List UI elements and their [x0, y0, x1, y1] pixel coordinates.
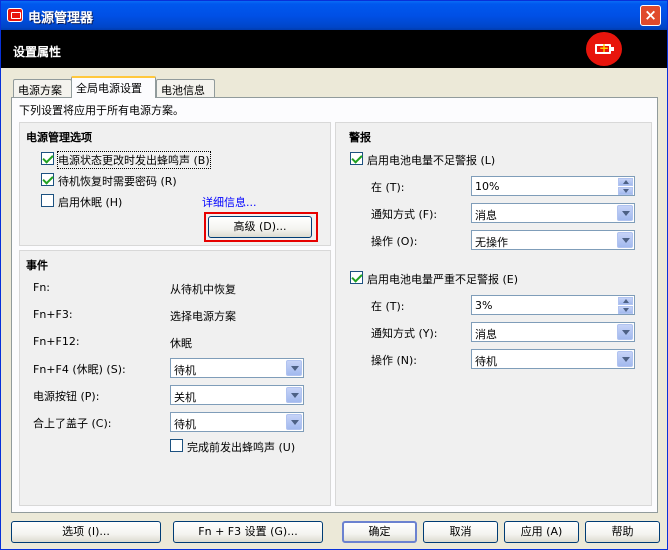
tab-battery-info[interactable]: 电池信息	[156, 79, 215, 97]
title-bar[interactable]: 电源管理器 ×	[1, 1, 667, 30]
chevron-down-icon[interactable]	[286, 360, 302, 376]
chevron-down-icon[interactable]	[617, 324, 633, 340]
critical-action-select[interactable]: 待机	[471, 349, 635, 369]
critical-alarm-checkbox[interactable]	[350, 271, 363, 284]
battery-charging-icon: +	[586, 32, 622, 66]
low-at-spinner[interactable]: 10%	[471, 176, 635, 196]
chevron-down-icon[interactable]	[617, 232, 633, 248]
low-action-value: 无操作	[475, 236, 508, 249]
help-button[interactable]: 帮助	[585, 521, 660, 543]
tab-global-power-settings[interactable]: 全局电源设置	[71, 76, 156, 98]
chevron-down-icon[interactable]	[617, 351, 633, 367]
chevron-down-icon[interactable]	[286, 414, 302, 430]
window-title: 电源管理器	[28, 11, 94, 26]
event-key-fn-f12: Fn+F12:	[33, 335, 80, 348]
panel-description: 下列设置将应用于所有电源方案。	[19, 104, 184, 117]
chevron-down-icon[interactable]	[286, 387, 302, 403]
tab-panel: 下列设置将应用于所有电源方案。 电源管理选项 电源状态更改时发出蜂鸣声 (B) …	[11, 97, 658, 513]
spin-up-icon[interactable]	[618, 178, 633, 186]
event-value-fn: 从待机中恢复	[170, 283, 236, 296]
low-notify-value: 消息	[475, 209, 497, 222]
fn-f4-value: 待机	[174, 364, 196, 377]
beep-before-done-label[interactable]: 完成前发出蜂鸣声 (U)	[187, 439, 295, 455]
banner-title: 设置属性	[13, 45, 62, 59]
password-on-resume-checkbox[interactable]	[41, 173, 54, 186]
low-at-label: 在 (T):	[371, 181, 405, 194]
alarms-title: 警报	[349, 131, 371, 144]
low-alarm-checkbox[interactable]	[350, 152, 363, 165]
spin-down-icon[interactable]	[618, 306, 633, 314]
power-button-label: 电源按钮 (P):	[33, 390, 100, 403]
power-manager-window: 电源管理器 × 设置属性 + 电源方案 全局电源设置 电池信息 下列设置将应用于…	[0, 0, 668, 550]
tab-power-schemes[interactable]: 电源方案	[13, 79, 72, 97]
apply-button[interactable]: 应用 (A)	[504, 521, 579, 543]
hibernate-checkbox[interactable]	[41, 194, 54, 207]
lid-close-value: 待机	[174, 418, 196, 431]
low-action-select[interactable]: 无操作	[471, 230, 635, 250]
critical-action-label: 操作 (N):	[371, 354, 418, 367]
spin-up-icon[interactable]	[618, 297, 633, 305]
lid-close-label: 合上了盖子 (C):	[33, 417, 112, 430]
critical-action-value: 待机	[475, 355, 497, 368]
critical-at-value: 3%	[475, 299, 493, 312]
low-notify-select[interactable]: 消息	[471, 203, 635, 223]
events-title: 事件	[26, 259, 48, 272]
critical-at-label: 在 (T):	[371, 300, 405, 313]
beep-on-change-checkbox[interactable]	[41, 152, 54, 165]
password-on-resume-label[interactable]: 待机恢复时需要密码 (R)	[58, 173, 177, 189]
beep-before-done-checkbox[interactable]	[170, 439, 183, 452]
low-notify-label: 通知方式 (F):	[371, 208, 438, 221]
hibernate-label[interactable]: 启用休眠 (H)	[58, 194, 122, 210]
low-action-label: 操作 (O):	[371, 235, 418, 248]
ok-button[interactable]: 确定	[342, 521, 417, 543]
close-icon[interactable]: ×	[640, 5, 661, 26]
details-link[interactable]: 详细信息...	[202, 194, 257, 210]
fn-f4-label: Fn+F4 (休眠) (S):	[33, 363, 126, 376]
critical-notify-select[interactable]: 消息	[471, 322, 635, 342]
fn-f4-select[interactable]: 待机	[170, 358, 304, 378]
low-alarm-label[interactable]: 启用电池电量不足警报 (L)	[367, 152, 495, 168]
power-button-value: 关机	[174, 391, 196, 404]
advanced-button[interactable]: 高级 (D)...	[208, 216, 312, 238]
event-value-fn-f12: 休眠	[170, 337, 192, 350]
critical-notify-value: 消息	[475, 328, 497, 341]
spin-down-icon[interactable]	[618, 187, 633, 195]
fn-f3-settings-button[interactable]: Fn + F3 设置 (G)...	[173, 521, 323, 543]
battery-app-icon	[7, 8, 23, 22]
event-key-fn: Fn:	[33, 281, 51, 294]
alarms-group: 警报 启用电池电量不足警报 (L) 在 (T): 10% 通知方式 (F): 消…	[335, 122, 652, 506]
low-at-value: 10%	[475, 180, 500, 193]
event-key-fn-f3: Fn+F3:	[33, 308, 73, 321]
lid-close-select[interactable]: 待机	[170, 412, 304, 432]
beep-on-change-label[interactable]: 电源状态更改时发出蜂鸣声 (B)	[57, 151, 211, 169]
critical-alarm-label[interactable]: 启用电池电量严重不足警报 (E)	[367, 271, 518, 287]
power-options-title: 电源管理选项	[26, 131, 92, 144]
chevron-down-icon[interactable]	[617, 205, 633, 221]
critical-notify-label: 通知方式 (Y):	[371, 327, 438, 340]
critical-at-spinner[interactable]: 3%	[471, 295, 635, 315]
events-group: 事件 Fn: 从待机中恢复 Fn+F3: 选择电源方案 Fn+F12: 休眠 F…	[19, 250, 331, 506]
cancel-button[interactable]: 取消	[423, 521, 498, 543]
event-value-fn-f3: 选择电源方案	[170, 310, 236, 323]
header-banner: 设置属性 +	[1, 30, 667, 68]
power-button-select[interactable]: 关机	[170, 385, 304, 405]
options-button[interactable]: 选项 (I)...	[11, 521, 161, 543]
